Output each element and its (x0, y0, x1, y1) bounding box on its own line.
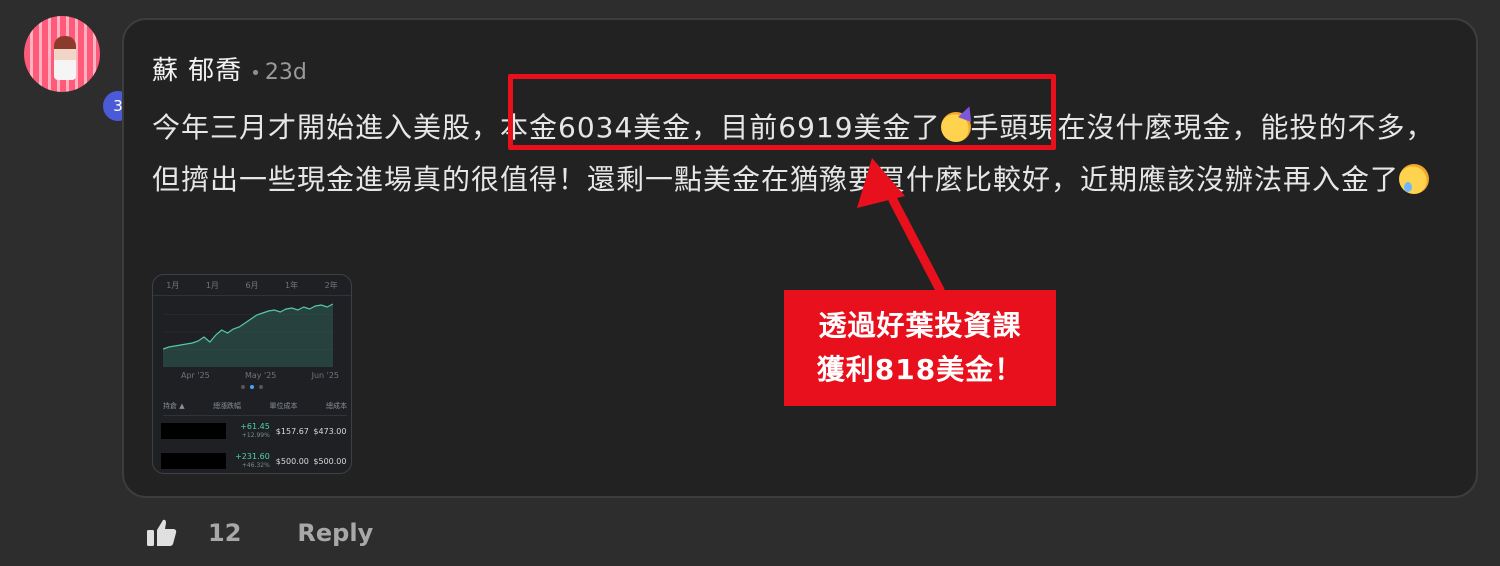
reply-button[interactable]: Reply (297, 519, 373, 547)
holding-row: +61.45 +12.99% $157.67 $473.00 (161, 417, 347, 445)
author-name[interactable]: 蘇 郁喬 (152, 50, 242, 87)
attachment-thumbnail[interactable]: 1月 1月 6月 1年 2年 Apr '25 May '25 Jun '25 持… (152, 274, 352, 474)
thumbs-up-icon[interactable] (146, 518, 178, 548)
x-tick: Jun '25 (311, 371, 339, 380)
timestamp[interactable]: 23d (265, 60, 307, 85)
callout-line1: 透過好葉投資課 (818, 309, 1022, 342)
range-tab: 1月 (166, 280, 180, 290)
callout-label: 透過好葉投資課 獲利818美金！ (784, 290, 1056, 406)
page-dot-active (250, 385, 254, 389)
page-dot (259, 385, 263, 389)
unit-cost: $500.00 (275, 456, 309, 466)
holding-row: +231.60 +46.32% $500.00 $500.00 (161, 447, 347, 473)
portfolio-mini-chart (163, 303, 333, 367)
chart-area (163, 304, 333, 367)
comment-actions: 12 Reply (146, 518, 373, 548)
change-value: +231.60 (235, 452, 270, 461)
x-tick: May '25 (244, 371, 277, 380)
time-separator: • (250, 63, 261, 84)
holdings-header: 持倉 ▲ 總漲跌幅 單位成本 總成本 (163, 401, 347, 416)
chart-range-tabs: 1月 1月 6月 1年 2年 (153, 275, 351, 296)
author-line: 蘇 郁喬 • 23d (152, 50, 307, 87)
avatar-container[interactable]: 3 (24, 16, 136, 124)
header-cell: 總成本 (325, 402, 347, 410)
total-cost: $500.00 (313, 456, 347, 466)
callout-line2: 獲利818美金！ (816, 353, 1024, 386)
x-tick: Apr '25 (181, 371, 210, 380)
smiling-face-with-tear-icon (1399, 164, 1430, 194)
range-tab: 1年 (285, 280, 299, 290)
pagination-dots (153, 385, 351, 389)
range-tab: 1月 (205, 280, 219, 290)
chart-x-axis: Apr '25 May '25 Jun '25 (181, 371, 339, 380)
header-cell: 總漲跌幅 (213, 402, 242, 410)
redacted-ticker (161, 423, 227, 439)
highlight-box (508, 74, 1056, 150)
change-value: +61.45 (240, 422, 270, 431)
redacted-ticker (161, 453, 227, 469)
range-tab: 6月 (245, 280, 259, 290)
holding-change: +61.45 +12.99% (234, 422, 270, 440)
like-count: 12 (208, 519, 242, 547)
range-tab: 2年 (324, 280, 338, 290)
holding-change: +231.60 +46.32% (234, 452, 270, 470)
header-cell: 持倉 ▲ (163, 402, 185, 410)
page-dot (241, 385, 245, 389)
change-pct: +46.32% (241, 462, 270, 469)
total-cost: $473.00 (313, 426, 347, 436)
unit-cost: $157.67 (275, 426, 309, 436)
header-cell: 單位成本 (269, 402, 298, 410)
avatar-figure (54, 36, 76, 80)
change-pct: +12.99% (241, 432, 270, 439)
